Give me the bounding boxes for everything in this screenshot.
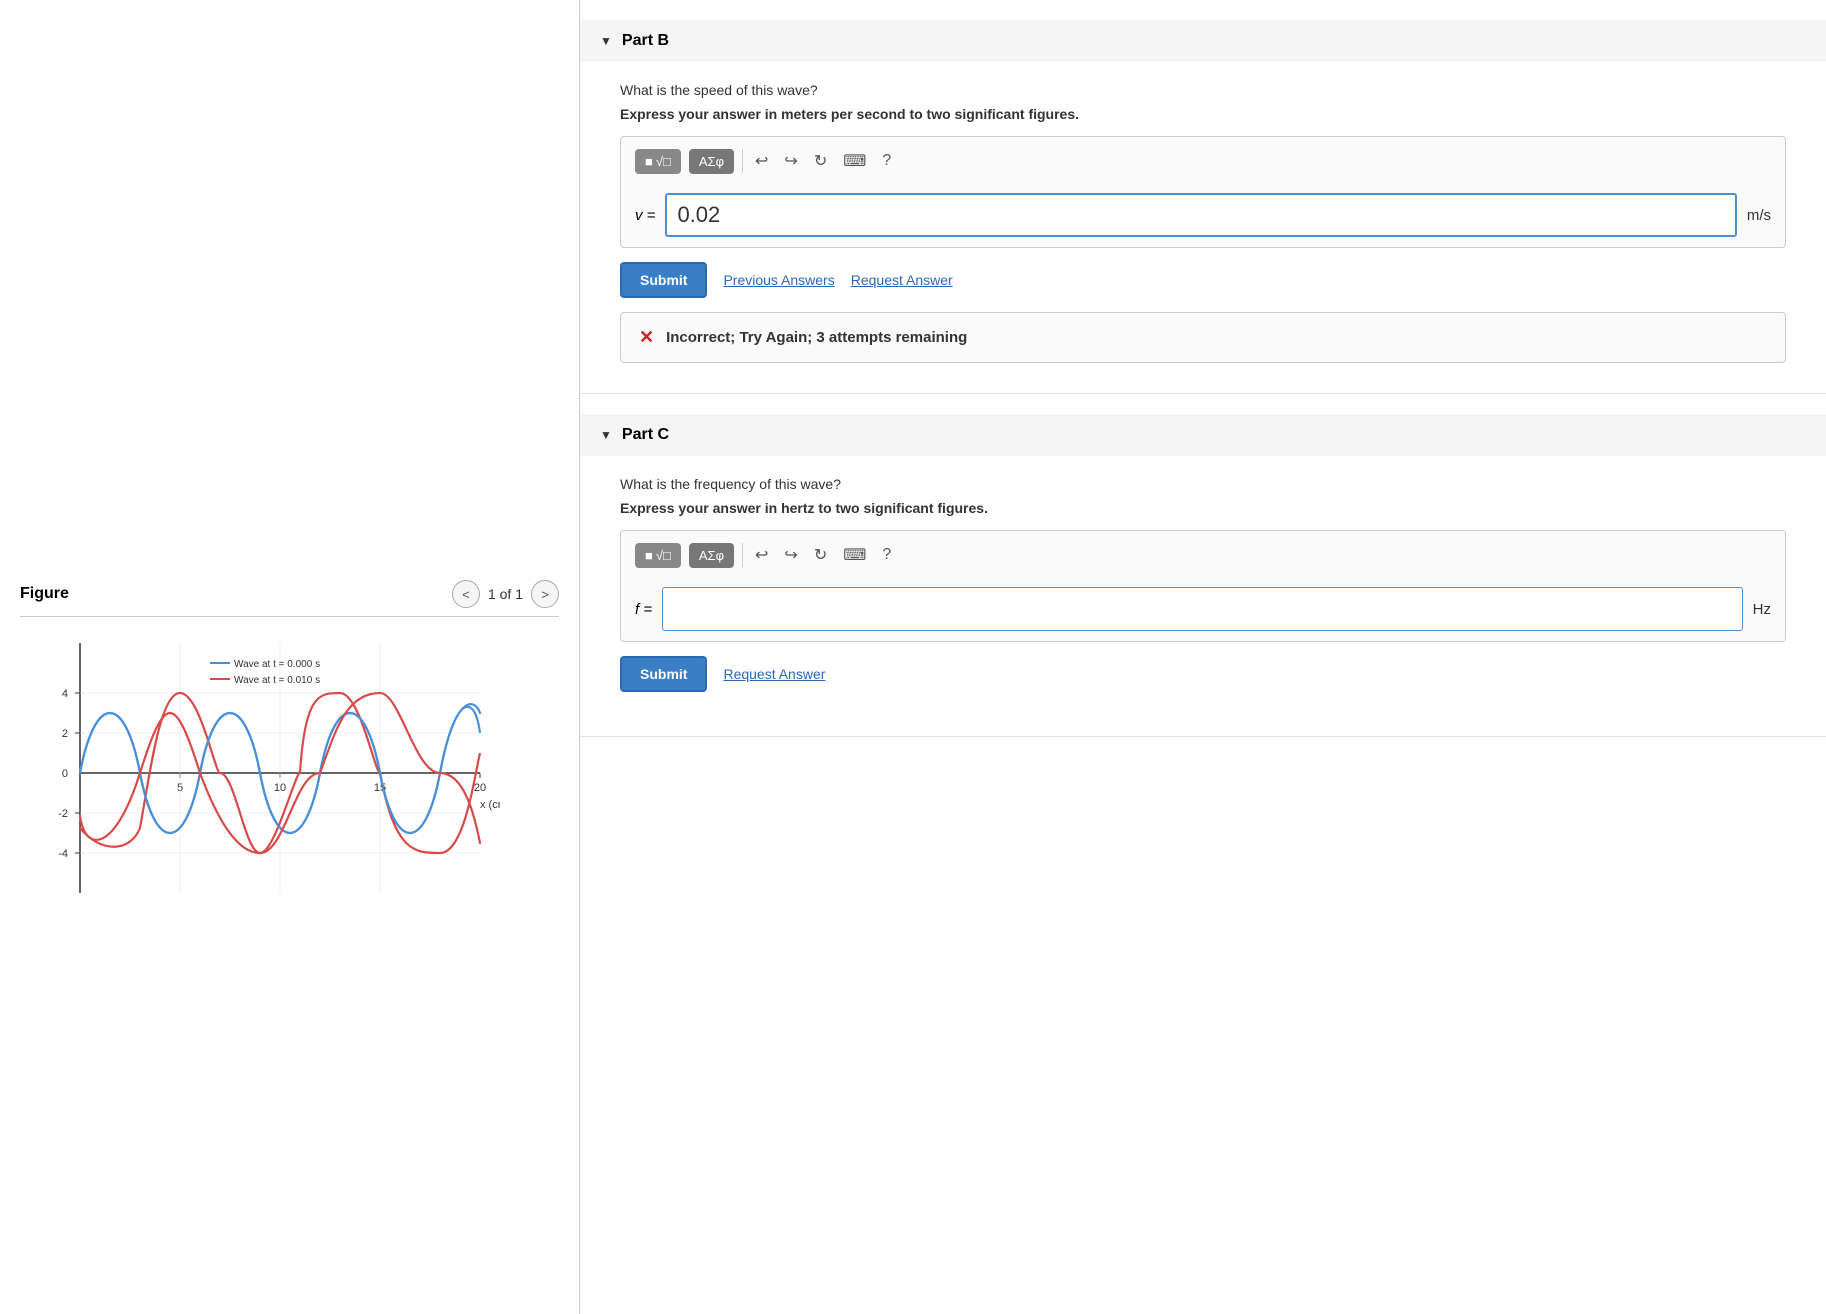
part-b-feedback-banner: ✕ Incorrect; Try Again; 3 attempts remai… [620,312,1786,363]
part-b-title: Part B [622,32,669,50]
toolbar-divider-1 [742,149,743,173]
part-c-header: ▼ Part C [580,414,1826,456]
symbol-text-c: AΣφ [699,548,724,563]
part-c-instruction: Express your answer in hertz to two sign… [620,500,1786,516]
part-b-header: ▼ Part B [580,20,1826,62]
help-button-c[interactable]: ? [878,542,895,568]
part-c-collapse-icon[interactable]: ▼ [600,428,612,442]
redo-button-c[interactable]: ↪ [780,541,801,569]
toolbar-divider-2 [742,543,743,567]
part-c-answer-input[interactable] [662,587,1743,631]
svg-text:-2: -2 [58,808,68,820]
refresh-icon-c: ↻ [814,547,827,564]
formula-icon-b: ■ [645,154,653,169]
refresh-button-b[interactable]: ↻ [810,147,831,175]
formula-button-b[interactable]: ■ √□ [635,149,681,174]
left-panel: Figure < 1 of 1 > 4 2 0 [0,0,580,1314]
help-icon-b: ? [882,152,891,169]
keyboard-button-b[interactable]: ⌨ [839,147,870,175]
part-c-toolbar: ■ √□ AΣφ ↩ ↪ ↻ ⌨ [635,541,1771,577]
part-c-unit: Hz [1753,601,1771,618]
undo-button-b[interactable]: ↩ [751,147,772,175]
figure-header: Figure < 1 of 1 > [20,580,559,617]
part-b-toolbar: ■ √□ AΣφ ↩ ↪ ↻ ⌨ [635,147,1771,183]
refresh-button-c[interactable]: ↻ [810,541,831,569]
svg-text:-4: -4 [58,848,68,860]
part-b-variable-label: v = [635,207,655,224]
symbol-text-b: AΣφ [699,154,724,169]
part-c-answer-box: ■ √□ AΣφ ↩ ↪ ↻ ⌨ [620,530,1786,642]
redo-button-b[interactable]: ↪ [780,147,801,175]
redo-icon-c: ↪ [784,547,797,564]
part-b-question: What is the speed of this wave? [620,82,1786,98]
part-b-answer-box: ■ √□ AΣφ ↩ ↪ ↻ ⌨ [620,136,1786,248]
help-icon-c: ? [882,546,891,563]
next-nav-button[interactable]: > [531,580,559,608]
keyboard-icon-b: ⌨ [843,153,866,170]
part-c-section: ▼ Part C What is the frequency of this w… [580,394,1826,737]
keyboard-button-c[interactable]: ⌨ [839,541,870,569]
incorrect-x-icon: ✕ [639,327,654,348]
part-c-title: Part C [622,426,669,444]
wave-graph: 4 2 0 -2 -4 y (mm) 5 10 15 [20,633,500,913]
part-b-section: ▼ Part B What is the speed of this wave?… [580,0,1826,394]
figure-nav: < 1 of 1 > [452,580,559,608]
part-c-input-row: f = Hz [635,587,1771,631]
svg-text:2: 2 [62,728,68,740]
nav-count: 1 of 1 [488,586,523,602]
keyboard-icon-c: ⌨ [843,547,866,564]
refresh-icon-b: ↻ [814,153,827,170]
svg-text:Wave at t = 0.010 s: Wave at t = 0.010 s [234,675,320,686]
figure-title: Figure [20,585,69,603]
part-b-instruction: Express your answer in meters per second… [620,106,1786,122]
part-c-variable-label: f = [635,601,652,618]
svg-text:4: 4 [62,688,68,700]
svg-text:0: 0 [62,768,68,780]
graph-container: 4 2 0 -2 -4 y (mm) 5 10 15 [20,633,500,913]
part-b-input-row: v = m/s [635,193,1771,237]
part-b-previous-answers-button[interactable]: Previous Answers [723,272,834,288]
undo-button-c[interactable]: ↩ [751,541,772,569]
symbol-button-c[interactable]: AΣφ [689,543,734,568]
prev-nav-button[interactable]: < [452,580,480,608]
part-c-action-row: Submit Request Answer [620,656,1786,692]
redo-icon-b: ↪ [784,153,797,170]
part-c-request-answer-button[interactable]: Request Answer [723,666,825,682]
part-b-feedback-text: Incorrect; Try Again; 3 attempts remaini… [666,329,967,346]
undo-icon-b: ↩ [755,153,768,170]
part-b-submit-button[interactable]: Submit [620,262,707,298]
svg-text:Wave at t = 0.000 s: Wave at t = 0.000 s [234,659,320,670]
part-b-collapse-icon[interactable]: ▼ [600,34,612,48]
part-c-submit-button[interactable]: Submit [620,656,707,692]
symbol-button-b[interactable]: AΣφ [689,149,734,174]
part-b-action-row: Submit Previous Answers Request Answer [620,262,1786,298]
part-b-answer-input[interactable] [665,193,1736,237]
formula-text-b: √□ [656,154,671,169]
svg-text:20: 20 [474,782,486,794]
formula-text-c: √□ [656,548,671,563]
undo-icon-c: ↩ [755,547,768,564]
formula-button-c[interactable]: ■ √□ [635,543,681,568]
formula-icon-c: ■ [645,548,653,563]
part-c-question: What is the frequency of this wave? [620,476,1786,492]
part-b-request-answer-button[interactable]: Request Answer [851,272,953,288]
right-panel: ▼ Part B What is the speed of this wave?… [580,0,1826,1314]
part-b-unit: m/s [1747,207,1771,224]
help-button-b[interactable]: ? [878,148,895,174]
svg-text:x (cm): x (cm) [480,799,500,811]
